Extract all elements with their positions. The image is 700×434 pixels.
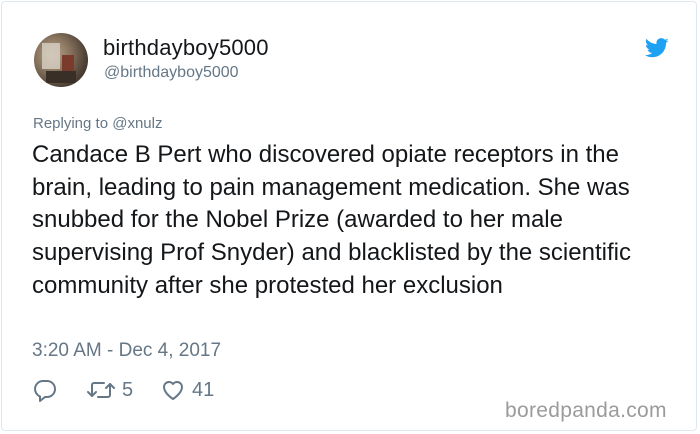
display-name[interactable]: birthdayboy5000 bbox=[103, 35, 269, 61]
replying-to[interactable]: Replying to @xnulz bbox=[33, 115, 162, 132]
twitter-bird-icon[interactable] bbox=[645, 38, 669, 58]
retweet-icon bbox=[87, 382, 115, 398]
avatar[interactable] bbox=[34, 33, 88, 87]
like-count: 41 bbox=[192, 378, 215, 401]
reply-icon bbox=[34, 380, 56, 402]
watermark: boredpanda.com bbox=[505, 399, 667, 422]
user-handle[interactable]: @birthdayboy5000 bbox=[104, 64, 239, 82]
retweet-button[interactable]: 5 bbox=[86, 376, 133, 404]
heart-icon bbox=[163, 381, 183, 400]
timestamp[interactable]: 3:20 AM - Dec 4, 2017 bbox=[32, 340, 221, 362]
retweet-count: 5 bbox=[122, 378, 134, 401]
like-button[interactable]: 41 bbox=[160, 376, 214, 404]
tweet-text: Candace B Pert who discovered opiate rec… bbox=[32, 141, 631, 299]
reply-button[interactable] bbox=[32, 376, 58, 404]
